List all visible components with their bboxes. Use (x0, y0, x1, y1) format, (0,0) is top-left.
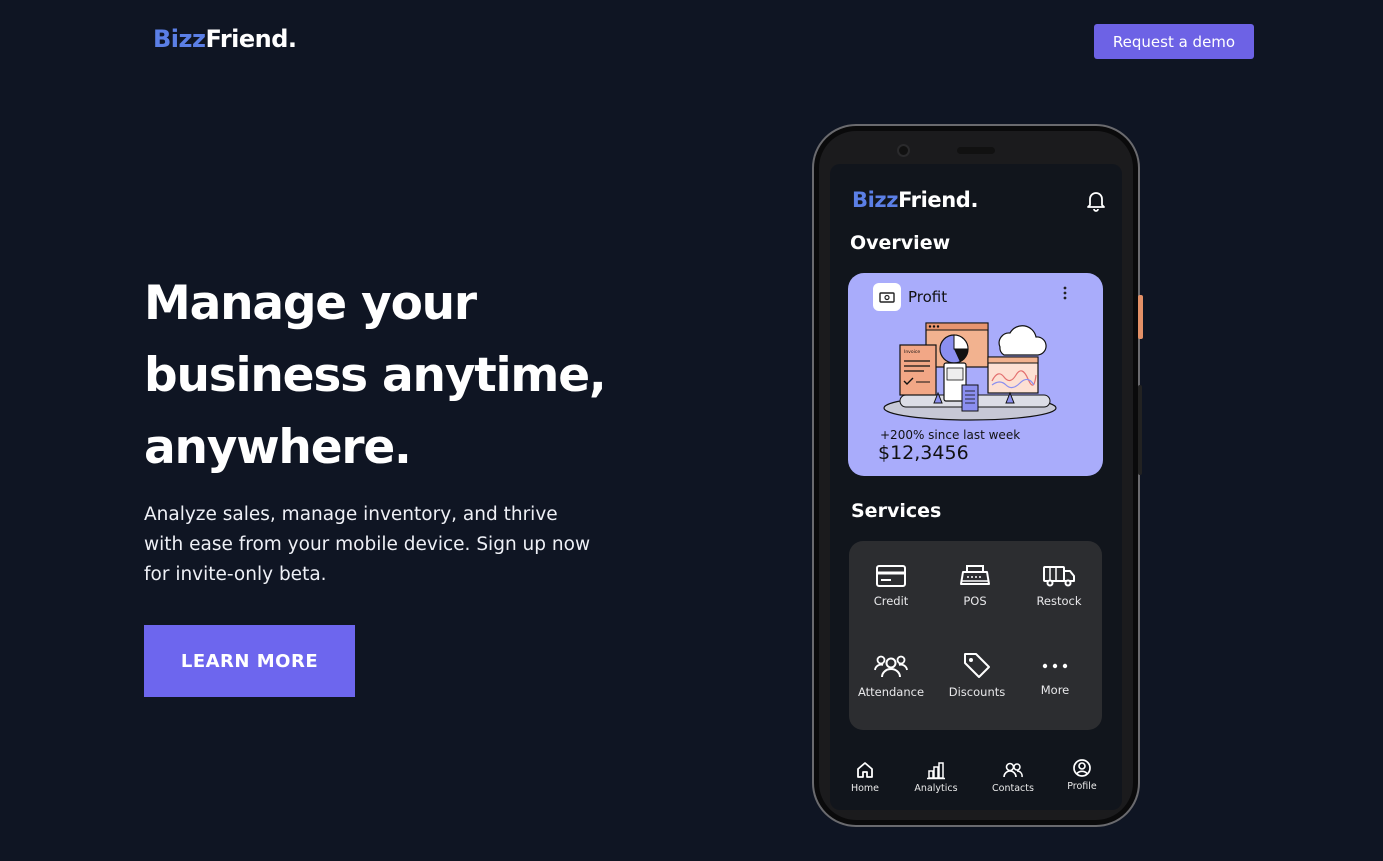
logo-part-friend: Friend. (205, 25, 297, 53)
service-attendance-label: Attendance (857, 685, 925, 699)
tab-profile[interactable]: Profile (1047, 758, 1117, 792)
home-icon (857, 762, 873, 778)
profit-amount: $12,3456 (878, 442, 969, 464)
invoice-label: Invoice (904, 349, 920, 355)
hero-title: Manage your business anytime, anywhere. (144, 276, 607, 475)
tab-analytics[interactable]: Analytics (901, 760, 971, 794)
service-restock-label: Restock (1036, 594, 1082, 608)
service-credit[interactable]: Credit (849, 564, 933, 608)
tab-home[interactable]: Home (830, 760, 900, 794)
service-pos[interactable]: POS (933, 564, 1017, 608)
tab-profile-label: Profile (1067, 781, 1097, 792)
service-restock[interactable]: Restock (1017, 564, 1101, 608)
profit-label: Profit (908, 288, 948, 306)
tab-contacts[interactable]: Contacts (978, 760, 1048, 794)
bar-chart-icon (927, 762, 945, 780)
phone-camera (897, 144, 910, 157)
more-dots-icon (1042, 663, 1068, 669)
tab-contacts-label: Contacts (992, 783, 1034, 794)
app-logo-part-bizz: Bizz (852, 188, 899, 212)
overview-heading: Overview (850, 232, 951, 254)
kebab-menu-icon[interactable] (1062, 285, 1068, 301)
business-illustration: Invoice (883, 322, 1057, 421)
learn-more-button[interactable]: LEARN MORE (144, 625, 355, 697)
service-attendance[interactable]: Attendance (849, 653, 933, 699)
tab-home-label: Home (850, 783, 880, 794)
app-logo: BizzFriend. (852, 188, 978, 212)
phone-screen: BizzFriend. Overview Profit Invoice +200… (830, 164, 1122, 810)
phone-volume-button (1138, 385, 1142, 475)
people-icon (874, 655, 908, 678)
services-grid: Credit POS Restock Attendance Discounts … (849, 541, 1102, 730)
services-heading: Services (851, 500, 942, 522)
profit-change: +200% since last week (880, 428, 1021, 442)
phone-speaker (957, 147, 995, 154)
profit-card[interactable]: Profit Invoice +200% since last week $12… (848, 273, 1103, 476)
hero-subtitle: Analyze sales, manage inventory, and thr… (144, 504, 591, 585)
service-more[interactable]: More (1013, 655, 1097, 697)
bottom-tab-bar: Home Analytics Contacts Profile (830, 758, 1122, 810)
profile-icon (1073, 759, 1091, 777)
contacts-icon (1003, 762, 1023, 778)
cash-icon (873, 283, 901, 311)
brand-logo[interactable]: BizzFriend. (153, 25, 297, 53)
service-credit-label: Credit (873, 594, 909, 608)
service-discounts[interactable]: Discounts (935, 651, 1019, 699)
truck-icon (1043, 566, 1075, 587)
phone-power-button (1138, 295, 1143, 339)
service-discounts-label: Discounts (948, 685, 1006, 699)
app-logo-part-friend: Friend. (898, 188, 979, 212)
bell-icon[interactable] (1086, 190, 1106, 212)
pos-register-icon (960, 565, 990, 585)
credit-card-icon (876, 565, 906, 587)
request-demo-button[interactable]: Request a demo (1094, 24, 1254, 59)
logo-part-bizz: Bizz (153, 25, 206, 53)
service-pos-label: POS (963, 594, 987, 608)
tag-icon (964, 653, 990, 678)
service-more-label: More (1040, 683, 1070, 697)
tab-analytics-label: Analytics (914, 783, 958, 794)
